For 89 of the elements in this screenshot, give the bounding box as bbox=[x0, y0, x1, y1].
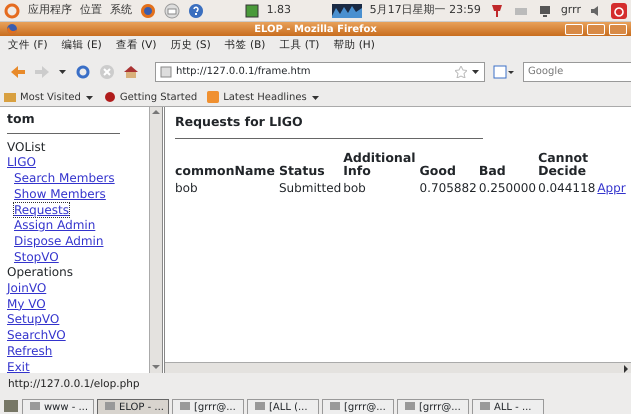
menu-item[interactable]: 查看 (V) bbox=[116, 38, 156, 54]
bookmark[interactable]: Getting Started bbox=[104, 90, 198, 104]
logo-icon[interactable] bbox=[4, 2, 20, 18]
nav-link[interactable]: JoinVO bbox=[7, 281, 46, 296]
folder-icon bbox=[4, 91, 16, 103]
nav-link[interactable]: StopVO bbox=[14, 250, 59, 264]
bookmark[interactable]: Latest Headlines bbox=[207, 90, 320, 104]
caret-icon[interactable] bbox=[58, 67, 67, 76]
table-cell: 0.705882 bbox=[420, 180, 477, 195]
star-icon[interactable] bbox=[455, 66, 467, 78]
nav-link[interactable]: Show Members bbox=[14, 186, 106, 201]
system-monitor-icon bbox=[332, 4, 362, 18]
table-cell: bob bbox=[343, 180, 366, 195]
minimize-button[interactable] bbox=[565, 24, 583, 34]
column-header: Bad bbox=[478, 162, 507, 177]
taskbar-button[interactable]: [grrr@... bbox=[322, 399, 394, 414]
bug-icon bbox=[104, 91, 116, 103]
nav-link[interactable]: Refresh bbox=[7, 344, 52, 358]
maximize-button[interactable] bbox=[587, 24, 605, 34]
column-header: commonName bbox=[175, 162, 276, 177]
window-icon bbox=[479, 400, 491, 412]
cpu-reading: 1.83 bbox=[266, 2, 292, 18]
caret-icon[interactable] bbox=[471, 67, 480, 76]
user-name[interactable]: grrr bbox=[560, 2, 581, 19]
user-heading: tom bbox=[7, 111, 120, 134]
action-link[interactable]: Appr bbox=[597, 180, 626, 195]
table-cell: 0.044118 bbox=[538, 180, 596, 195]
window-icon bbox=[179, 400, 191, 412]
nav-link[interactable]: SetupVO bbox=[7, 312, 60, 326]
url-text: http://127.0.0.1/frame.htm bbox=[176, 65, 312, 79]
reload-icon[interactable] bbox=[75, 64, 91, 80]
back-icon[interactable] bbox=[10, 64, 26, 80]
section-heading: Operations bbox=[7, 265, 73, 280]
window-icon bbox=[254, 400, 266, 412]
window-title: ELOP - Mozilla Firefox bbox=[254, 22, 377, 36]
window-icon bbox=[104, 400, 116, 412]
menu-item[interactable]: 书签 (B) bbox=[224, 38, 266, 54]
scrollbar[interactable] bbox=[149, 107, 162, 373]
column-header: Additional Info bbox=[343, 150, 417, 177]
nav-link[interactable]: LIGO bbox=[7, 155, 36, 170]
close-button[interactable] bbox=[609, 24, 627, 34]
scrollbar[interactable] bbox=[165, 362, 631, 373]
panel-menu[interactable]: 位置 bbox=[80, 2, 102, 19]
nav-link[interactable]: Exit bbox=[7, 360, 30, 374]
nav-link[interactable]: My VO bbox=[7, 296, 46, 311]
taskbar-button[interactable]: www - ... bbox=[22, 399, 94, 414]
search-field[interactable]: Google bbox=[523, 62, 631, 82]
menu-item[interactable]: 工具 (T) bbox=[279, 38, 320, 54]
nav-link[interactable]: Requests bbox=[14, 202, 69, 217]
panel-menu[interactable]: 系统 bbox=[110, 2, 132, 19]
menu-item[interactable]: 编辑 (E) bbox=[62, 38, 102, 54]
window-icon bbox=[329, 400, 341, 412]
table-cell: Submitted bbox=[278, 180, 342, 195]
power-icon[interactable] bbox=[611, 2, 627, 18]
taskbar-button[interactable]: [ALL (... bbox=[247, 399, 319, 414]
feed-icon bbox=[207, 91, 220, 103]
page-heading: Requests for LIGO bbox=[175, 113, 483, 139]
menu-item[interactable]: 文件 (F) bbox=[8, 38, 48, 54]
table-cell: 0.250000 bbox=[478, 180, 536, 195]
firefox-icon bbox=[6, 23, 18, 35]
window-icon bbox=[404, 400, 416, 412]
column-header: Status bbox=[278, 150, 344, 177]
mail-icon[interactable] bbox=[164, 2, 180, 18]
search-engine-icon[interactable] bbox=[493, 64, 515, 78]
taskbar-button[interactable]: ELOP - ... bbox=[97, 399, 169, 414]
nav-link[interactable]: Dispose Admin bbox=[14, 234, 104, 248]
nav-link[interactable]: Search Members bbox=[14, 171, 115, 186]
url-field[interactable]: http://127.0.0.1/frame.htm bbox=[155, 62, 485, 82]
status-text: http://127.0.0.1/elop.php bbox=[8, 376, 140, 392]
nav-link[interactable]: SearchVO bbox=[7, 328, 66, 342]
site-icon bbox=[160, 66, 172, 78]
bookmark[interactable]: Most Visited bbox=[4, 90, 94, 104]
taskbar-button[interactable]: [grrr@... bbox=[397, 399, 469, 414]
menu-item[interactable]: 历史 (S) bbox=[170, 38, 211, 54]
clock[interactable]: 5月17日星期一 23:59 bbox=[370, 2, 481, 19]
column-header: Good bbox=[420, 162, 457, 177]
nav-link[interactable]: Assign Admin bbox=[14, 218, 96, 232]
panel-menu[interactable]: 应用程序 bbox=[28, 2, 72, 19]
globe-icon[interactable] bbox=[140, 2, 156, 18]
menu-item[interactable]: 帮助 (H) bbox=[333, 38, 375, 54]
column-header: Cannot Decide bbox=[538, 150, 590, 177]
taskbar-button[interactable]: ALL - ... bbox=[472, 399, 544, 414]
home-icon[interactable] bbox=[123, 64, 139, 80]
table-cell: bob bbox=[175, 180, 198, 195]
window-icon bbox=[29, 400, 41, 412]
section-heading: VOList bbox=[7, 140, 46, 154]
show-desktop-icon[interactable] bbox=[3, 399, 19, 413]
help-icon[interactable] bbox=[188, 2, 204, 18]
taskbar-button[interactable]: [grrr@... bbox=[172, 399, 244, 414]
